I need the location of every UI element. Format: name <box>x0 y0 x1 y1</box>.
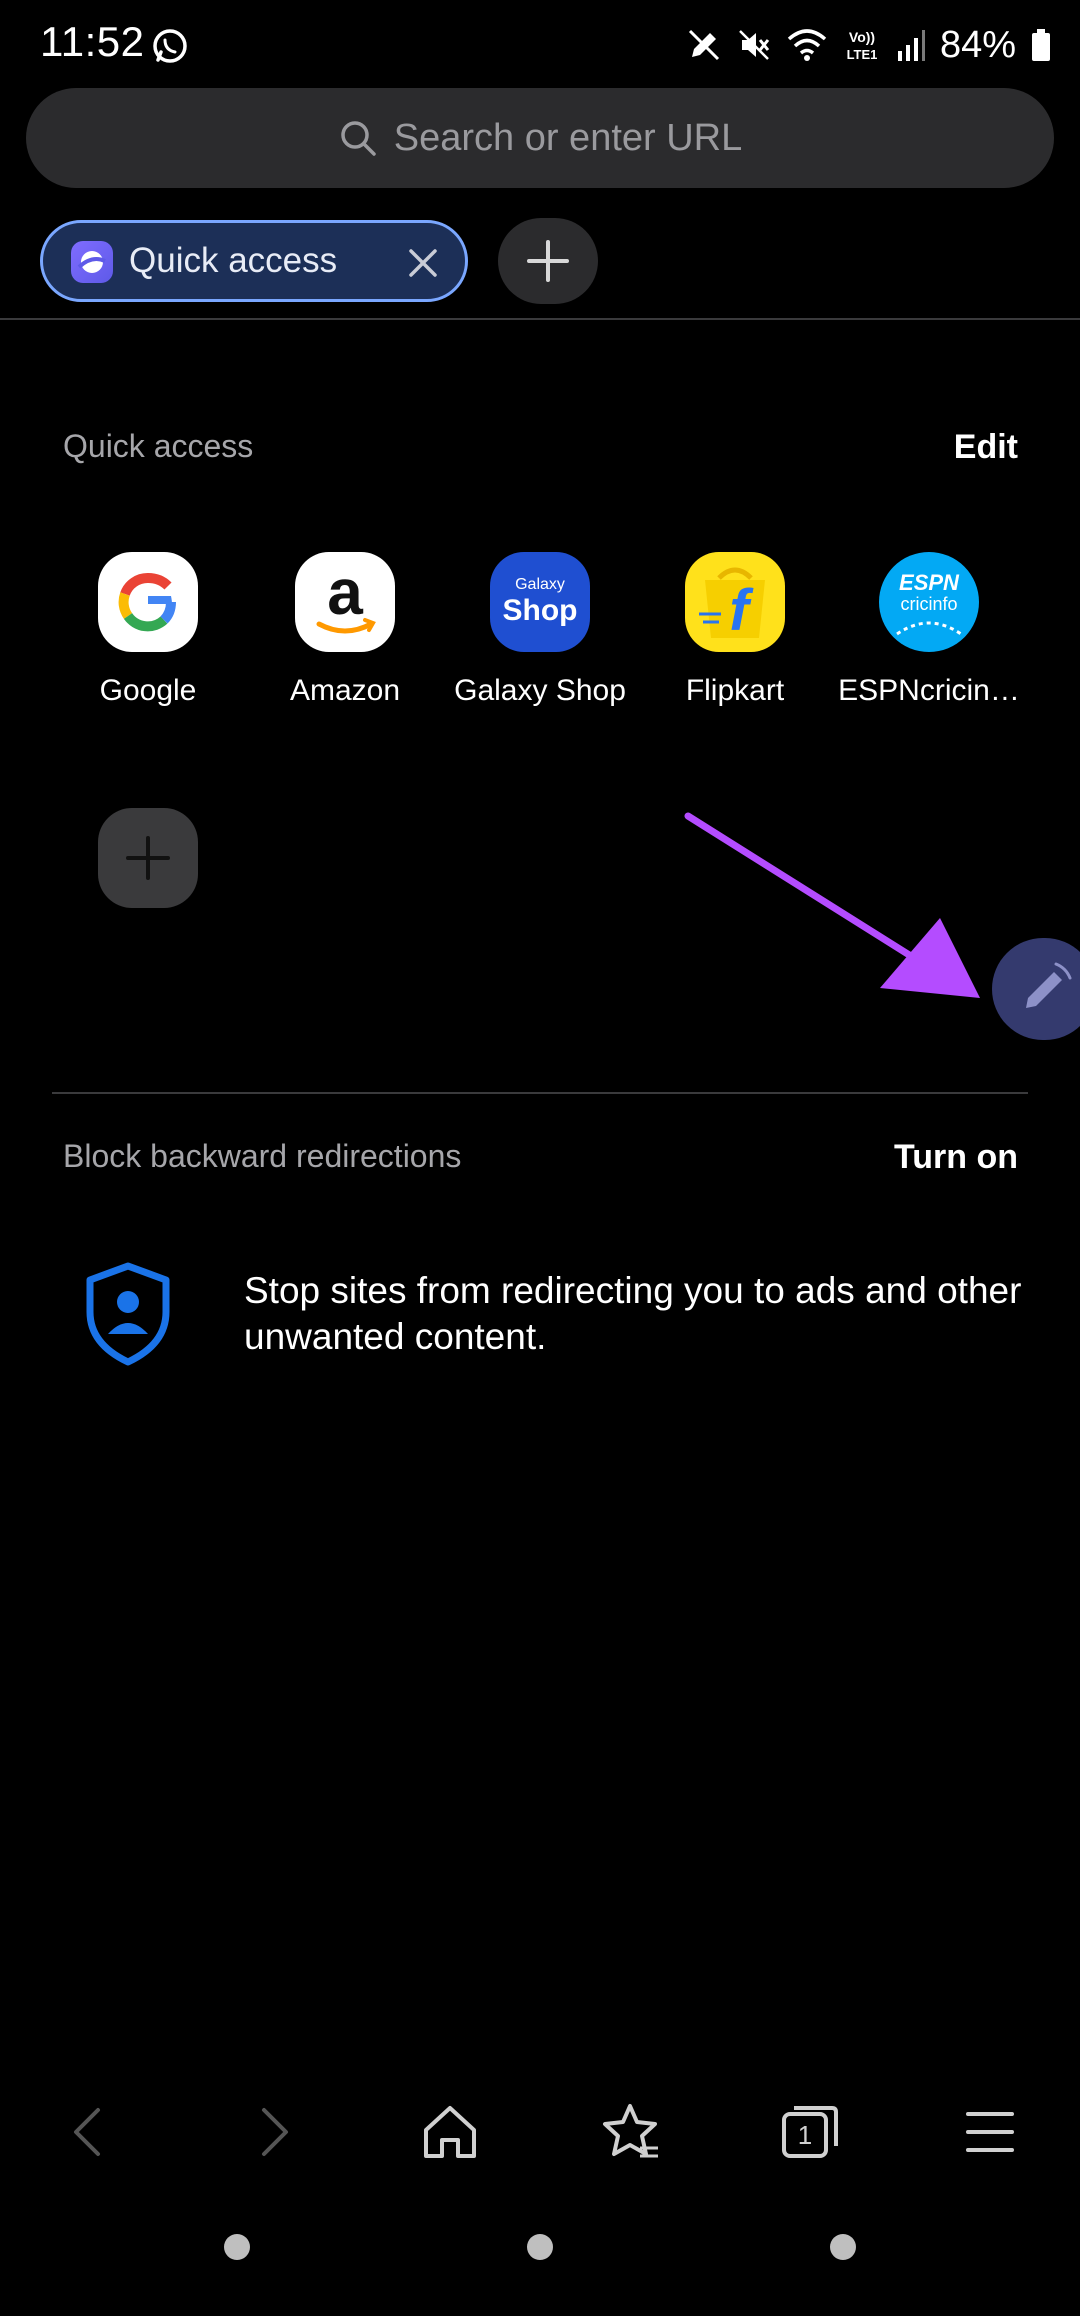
edit-button[interactable]: Edit <box>954 428 1018 467</box>
quick-access-label: Google <box>99 674 197 707</box>
signal-icon <box>897 30 925 61</box>
whatsapp-icon <box>153 29 187 63</box>
tabs-button[interactable]: 1 <box>778 2100 842 2164</box>
quick-access-google[interactable]: Google <box>50 552 246 722</box>
forward-icon[interactable] <box>240 2100 304 2164</box>
back-icon[interactable] <box>58 2100 122 2164</box>
espncricinfo-icon: ESPN cricinfo <box>879 552 979 652</box>
wifi-icon <box>787 29 827 61</box>
galaxy-shop-icon: Galaxy Shop <box>490 552 590 652</box>
svg-text:Vo)): Vo)) <box>849 29 875 45</box>
quick-access-label: ESPNcricin… <box>838 674 1020 707</box>
divider <box>52 1092 1028 1094</box>
search-icon <box>341 121 376 156</box>
status-time: 11:52 <box>40 18 145 65</box>
tab-quick-access[interactable]: Quick access <box>40 220 468 302</box>
volte-icon: Vo)) LTE1 <box>847 29 878 62</box>
svg-text:LTE1: LTE1 <box>847 47 878 62</box>
url-search-bar[interactable]: Search or enter URL <box>26 88 1054 188</box>
galaxy-shop-icon-text-bottom: Shop <box>502 594 578 627</box>
quick-access-label: Flipkart <box>685 674 785 707</box>
close-tab-icon[interactable] <box>403 243 443 283</box>
status-bar: 11:52 Vo)) LTE1 84% <box>0 0 1080 90</box>
svg-text:a: a <box>327 556 363 628</box>
plus-icon <box>527 240 569 282</box>
divider <box>0 318 1080 320</box>
tab-label: Quick access <box>129 241 338 280</box>
edit-pen-icon <box>688 29 719 61</box>
battery-percent: 84% <box>939 23 1016 66</box>
battery-icon <box>1032 29 1050 61</box>
back-nav-button[interactable] <box>830 2234 856 2260</box>
quick-access-flipkart[interactable]: f Flipkart <box>637 552 833 722</box>
recents-nav-button[interactable] <box>224 2234 250 2260</box>
plus-icon <box>126 836 170 880</box>
quick-access-title: Quick access <box>63 428 254 464</box>
samsung-internet-icon <box>71 241 113 283</box>
quick-access-galaxy-shop[interactable]: Galaxy Shop Galaxy Shop <box>442 552 638 722</box>
block-redirections-title: Block backward redirections <box>63 1138 462 1174</box>
new-tab-button[interactable] <box>498 218 598 304</box>
menu-icon[interactable] <box>958 2100 1022 2164</box>
annotation-arrow-icon <box>684 812 980 998</box>
block-redirections-description: Stop sites from redirecting you to ads a… <box>244 1270 1022 1357</box>
quick-access-label: Galaxy Shop <box>454 674 626 707</box>
mute-icon <box>739 30 770 60</box>
floating-edit-button[interactable] <box>992 938 1080 1040</box>
google-icon <box>98 552 198 652</box>
pencil-icon <box>1026 962 1072 1008</box>
quick-access-espncricinfo[interactable]: ESPN cricinfo ESPNcricin… <box>831 552 1027 722</box>
status-icons: Vo)) LTE1 84% <box>686 20 1052 70</box>
system-navigation-bar <box>0 2210 1080 2290</box>
home-icon[interactable] <box>418 2100 482 2164</box>
bookmark-star-icon[interactable] <box>598 2100 662 2164</box>
tab-count: 1 <box>797 2120 813 2150</box>
quick-access-label: Amazon <box>289 674 401 707</box>
shield-user-icon <box>86 1262 170 1366</box>
quick-access-amazon[interactable]: a Amazon <box>247 552 443 722</box>
turn-on-button[interactable]: Turn on <box>894 1138 1018 1177</box>
galaxy-shop-icon-text-top: Galaxy <box>515 576 565 593</box>
home-nav-button[interactable] <box>527 2234 553 2260</box>
bottom-toolbar: 1 <box>0 2080 1080 2180</box>
flipkart-icon: f <box>685 552 785 652</box>
search-placeholder: Search or enter URL <box>393 116 743 159</box>
amazon-icon: a <box>295 552 395 652</box>
add-shortcut-button[interactable] <box>98 808 198 908</box>
